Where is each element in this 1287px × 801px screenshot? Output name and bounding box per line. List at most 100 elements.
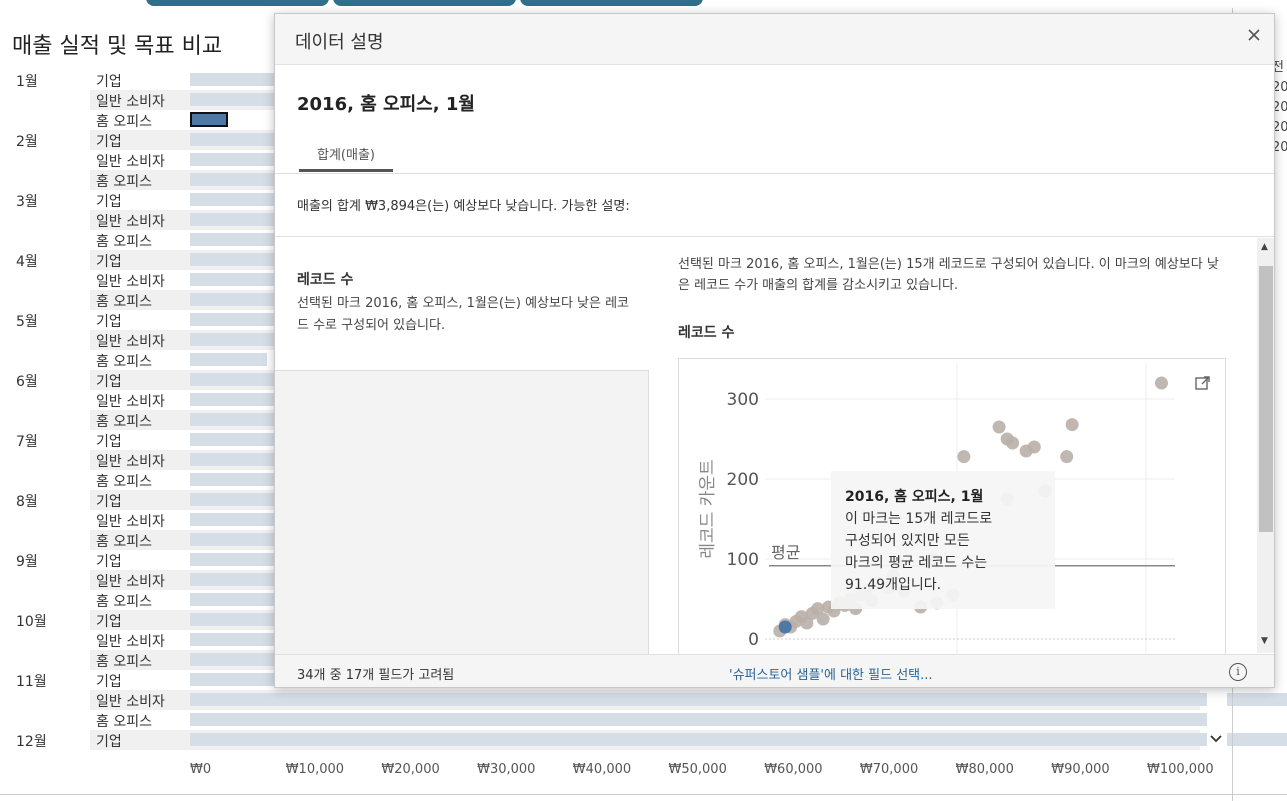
scroll-thumb[interactable] <box>1259 266 1273 532</box>
tooltip-line: 91.49개입니다. <box>845 577 941 593</box>
sales-bar[interactable] <box>190 353 267 366</box>
segment-label: 기업 <box>96 734 122 750</box>
table-row[interactable]: 일반 소비자 <box>0 690 1287 710</box>
dialog-header: 데이터 설명 <box>275 14 1274 65</box>
divider <box>275 173 1274 174</box>
summary-text: 매출의 합계 ₩3,894은(는) 예상보다 낮습니다. 가능한 설명: <box>297 199 630 214</box>
x-axis-tick-label: ₩20,000 <box>381 762 440 777</box>
segment-label: 기업 <box>96 674 122 690</box>
segment-label: 홈 오피스 <box>96 654 152 670</box>
table-row[interactable]: 12월 기업 <box>0 730 1287 750</box>
segment-label: 일반 소비자 <box>96 94 165 110</box>
segment-label: 홈 오피스 <box>96 534 152 550</box>
segment-label: 일반 소비자 <box>96 634 165 650</box>
segment-label: 일반 소비자 <box>96 334 165 350</box>
segment-label: 홈 오피스 <box>96 174 152 190</box>
x-axis-tick-label: ₩60,000 <box>764 762 823 777</box>
sheet-title: 매출 실적 및 목표 비교 <box>12 34 223 59</box>
y-tick-label: 200 <box>727 470 759 490</box>
sales-bar[interactable] <box>190 112 228 127</box>
info-icon[interactable]: i <box>1229 663 1247 681</box>
segment-label: 기업 <box>96 494 122 510</box>
segment-label: 홈 오피스 <box>96 354 152 370</box>
data-point <box>957 450 971 464</box>
segment-label: 홈 오피스 <box>96 294 152 310</box>
segment-label: 홈 오피스 <box>96 474 152 490</box>
selected-data-point[interactable] <box>778 620 792 634</box>
sales-bar[interactable] <box>190 713 1224 726</box>
close-icon[interactable] <box>1246 26 1262 48</box>
segment-label: 기업 <box>96 194 122 210</box>
open-external-icon[interactable] <box>1194 374 1212 392</box>
fields-considered-text: 34개 중 17개 필드가 고려됨 <box>297 668 455 683</box>
tab-measure[interactable]: 합계(매출) <box>299 142 393 172</box>
dialog-footer: 34개 중 17개 필드가 고려됨 '슈퍼스토어 샘플'에 대한 필드 선택..… <box>275 654 1274 687</box>
segment-label: 기업 <box>96 614 122 630</box>
y-tick-label: 0 <box>748 630 759 650</box>
tooltip-line: 구성되어 있지만 모든 <box>845 533 970 549</box>
segment-label: 일반 소비자 <box>96 574 165 590</box>
detail-heading: 레코드 수 <box>678 325 735 341</box>
segment-label: 일반 소비자 <box>96 514 165 530</box>
explanation-heading[interactable]: 레코드 수 <box>297 269 353 289</box>
segment-label: 기업 <box>96 554 122 570</box>
table-row[interactable]: 홈 오피스 <box>0 710 1224 730</box>
data-point <box>1060 450 1074 464</box>
dialog-scrollbar[interactable]: ▲ ▼ <box>1257 238 1274 653</box>
x-axis-labels: ₩0 ₩10,000 ₩20,000 ₩30,000 ₩40,000 ₩50,000 ₩60… <box>0 762 1214 780</box>
explanation-detail: 선택된 마크 2016, 홈 오피스, 1월은(는) 15개 레코드로 구성되어… <box>678 254 1238 341</box>
y-tick-label: 100 <box>727 550 759 570</box>
data-point <box>992 420 1006 434</box>
field-select-link[interactable]: '슈퍼스토어 샘플'에 대한 필드 선택... <box>729 664 933 683</box>
explanation-text: 선택된 마크 2016, 홈 오피스, 1월은(는) 예상보다 낮은 레코드 수… <box>297 296 630 333</box>
month-label: 2월 <box>16 134 38 150</box>
explanation-list: 레코드 수 선택된 마크 2016, 홈 오피스, 1월은(는) 예상보다 낮은… <box>275 237 665 670</box>
y-tick-label: 300 <box>727 390 759 410</box>
chevron-down-icon[interactable] <box>1209 733 1223 747</box>
sales-bar[interactable] <box>190 733 1287 746</box>
segment-label: 홈 오피스 <box>96 414 152 430</box>
month-label: 1월 <box>16 74 38 90</box>
month-label: 6월 <box>16 374 38 390</box>
x-axis-tick-label: ₩50,000 <box>668 762 727 777</box>
data-point <box>816 612 830 626</box>
detail-text: 선택된 마크 2016, 홈 오피스, 1월은(는) 15개 레코드로 구성되어… <box>678 257 1219 293</box>
top-tab-3[interactable] <box>520 0 703 6</box>
data-point <box>1065 418 1079 432</box>
dialog-title: 데이터 설명 <box>295 32 384 53</box>
month-label: 3월 <box>16 194 38 210</box>
x-axis-tick-label: ₩80,000 <box>955 762 1014 777</box>
segment-label: 일반 소비자 <box>96 454 165 470</box>
segment-label: 기업 <box>96 74 122 90</box>
top-tab-strip <box>0 0 1287 8</box>
divider <box>0 794 1287 795</box>
month-label: 7월 <box>16 434 38 450</box>
mark-title: 2016, 홈 오피스, 1월 <box>297 94 475 115</box>
x-axis-tick-label: ₩10,000 <box>285 762 345 777</box>
scroll-down-icon[interactable]: ▼ <box>1261 636 1268 646</box>
tooltip-line: 이 마크는 15개 레코드로 <box>845 511 992 527</box>
y-axis-label: 레코드 카운트 <box>698 459 718 558</box>
month-label: 11월 <box>16 674 47 690</box>
month-label: 8월 <box>16 494 38 510</box>
explanation-list-empty-area <box>275 370 649 670</box>
segment-label: 일반 소비자 <box>96 274 165 290</box>
page: 매출 실적 및 목표 비교 1월 기업 일반 소비자 홈 오피스 2월 기업 일반 소비자 홈… <box>0 0 1287 801</box>
segment-label: 기업 <box>96 314 122 330</box>
segment-label: 기업 <box>96 134 122 150</box>
segment-label: 일반 소비자 <box>96 214 165 230</box>
reference-line-label: 평균 <box>771 543 800 562</box>
segment-label: 일반 소비자 <box>96 394 165 410</box>
top-tab-1[interactable] <box>146 0 329 6</box>
segment-label: 기업 <box>96 374 122 390</box>
data-point <box>1027 440 1041 454</box>
sales-bar[interactable] <box>190 693 1287 706</box>
x-axis-tick-label: ₩70,000 <box>859 762 919 777</box>
top-tab-2[interactable] <box>333 0 516 6</box>
month-label: 5월 <box>16 314 38 330</box>
scroll-up-icon[interactable]: ▲ <box>1261 242 1268 252</box>
x-axis-tick-label: ₩40,000 <box>572 762 632 777</box>
month-label: 12월 <box>16 734 47 750</box>
data-point <box>1006 436 1020 450</box>
segment-label: 기업 <box>96 434 122 450</box>
